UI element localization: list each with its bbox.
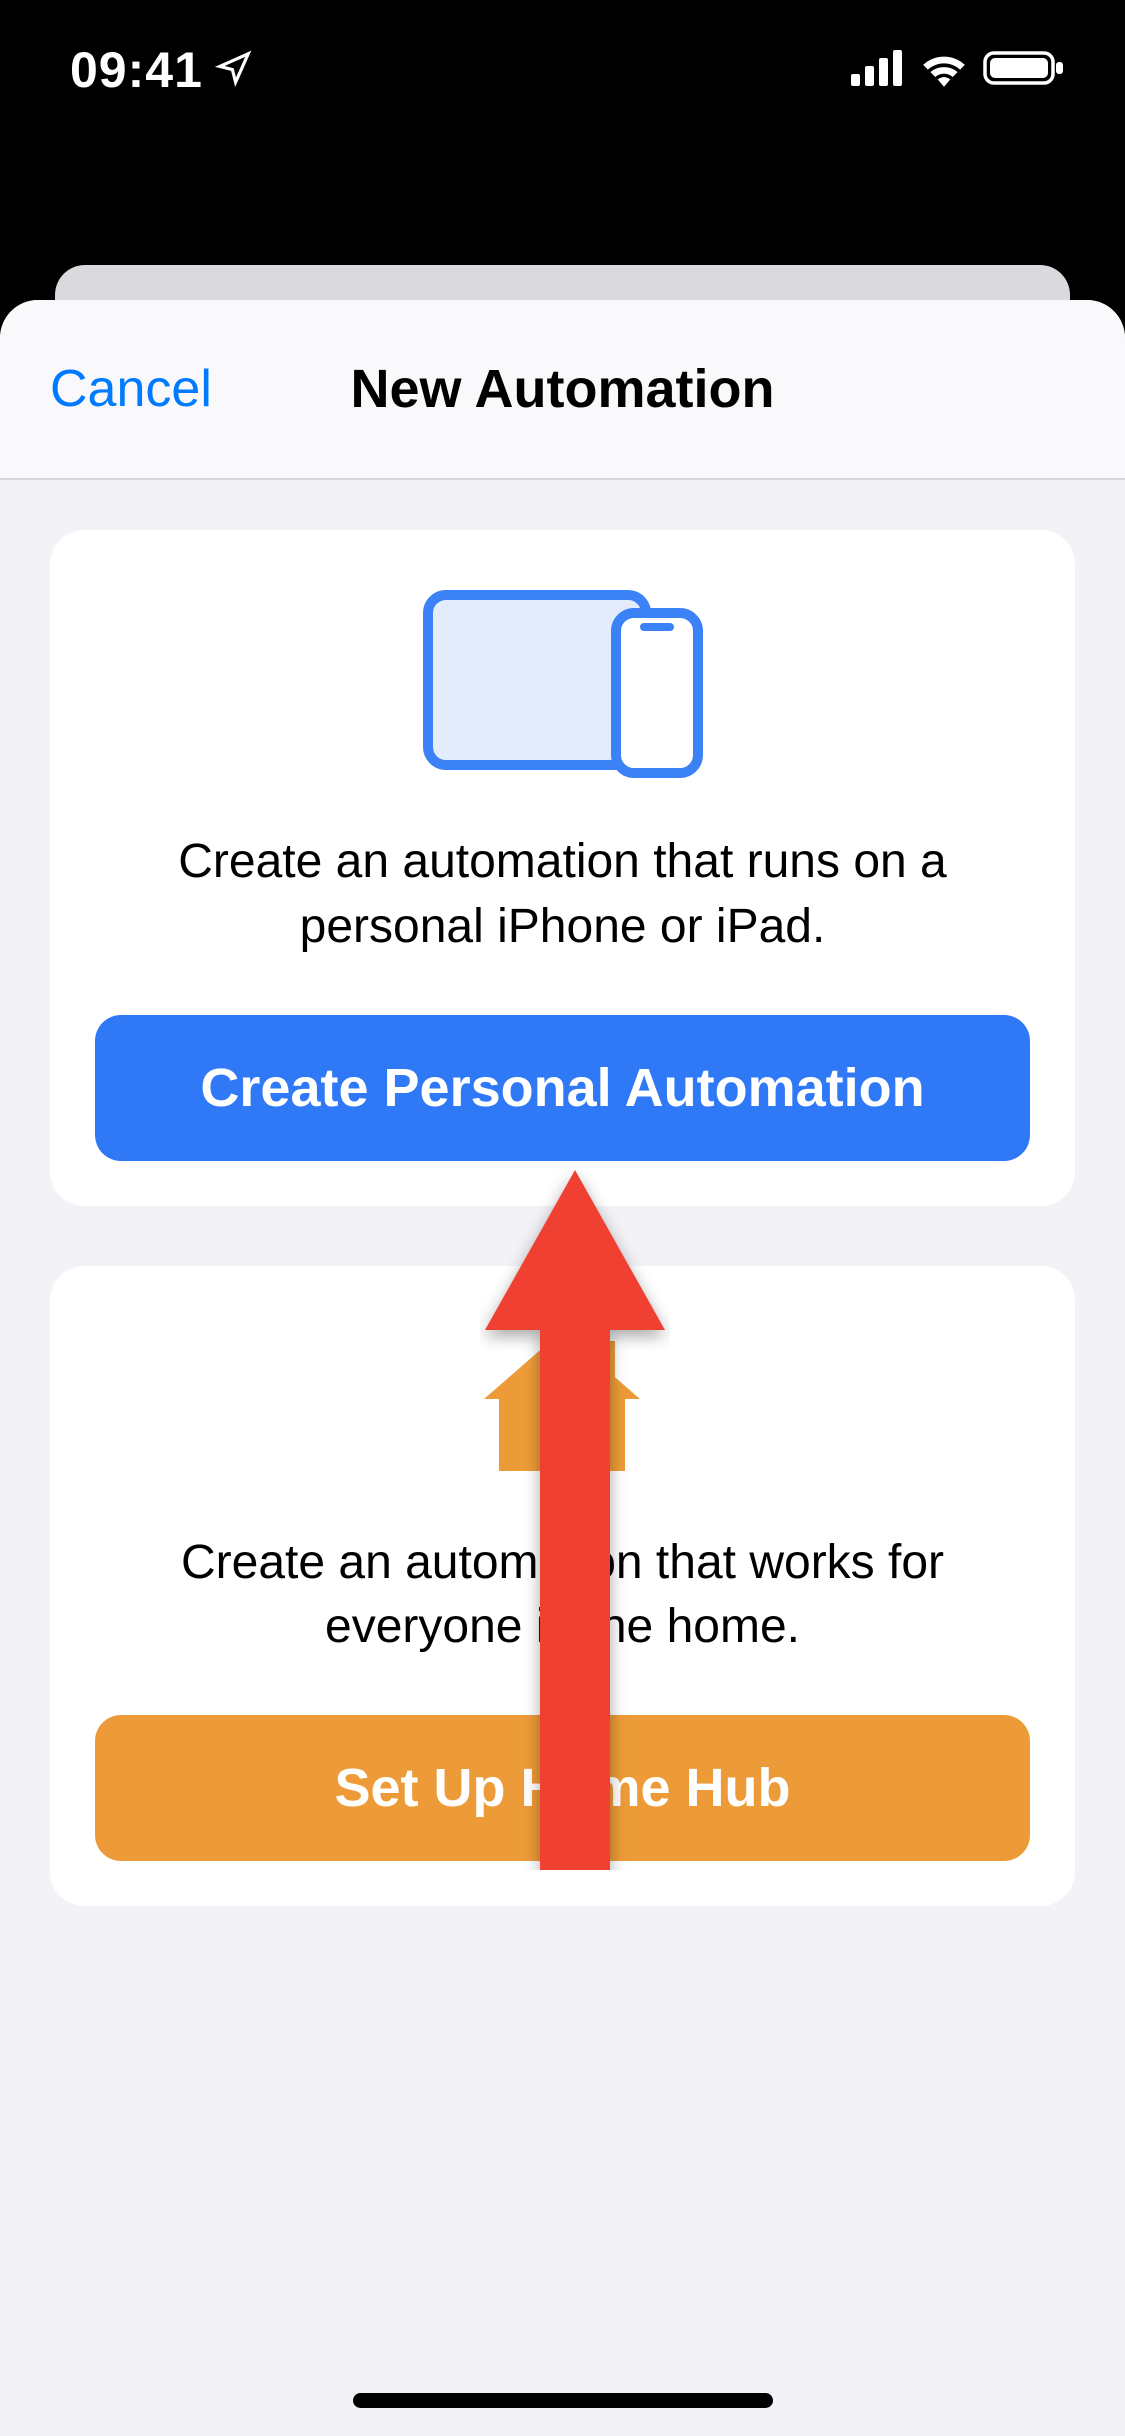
personal-description: Create an automation that runs on a pers… (95, 830, 1030, 960)
wifi-icon (919, 49, 969, 92)
cellular-signal-icon (851, 50, 905, 91)
home-indicator[interactable] (353, 2393, 773, 2408)
status-time: 09:41 (70, 41, 203, 99)
location-arrow-icon (215, 41, 253, 99)
status-bar: 09:41 (0, 0, 1125, 140)
status-bar-left: 09:41 (50, 41, 253, 99)
cancel-button[interactable]: Cancel (50, 359, 212, 419)
create-personal-automation-button[interactable]: Create Personal Automation (95, 1015, 1030, 1161)
home-icon (95, 1321, 1030, 1481)
set-up-home-hub-button[interactable]: Set Up Home Hub (95, 1715, 1030, 1861)
sheet-body: Create an automation that runs on a pers… (0, 480, 1125, 2016)
personal-automation-card: Create an automation that runs on a pers… (50, 530, 1075, 1206)
modal-sheet: Cancel New Automation Create an automati… (0, 300, 1125, 2436)
status-bar-right (851, 49, 1075, 92)
battery-icon (983, 49, 1065, 92)
devices-icon (95, 585, 1030, 780)
home-automation-card: Create an automation that works for ever… (50, 1266, 1075, 1907)
home-description: Create an automation that works for ever… (95, 1531, 1030, 1661)
sheet-title: New Automation (351, 358, 775, 420)
sheet-header: Cancel New Automation (0, 300, 1125, 480)
